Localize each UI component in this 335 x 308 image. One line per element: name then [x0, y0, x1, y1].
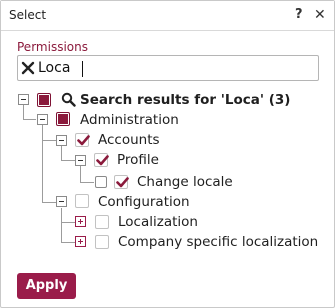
tree-node-administration[interactable]: Administration	[80, 112, 179, 128]
tree-connector	[80, 166, 81, 182]
tree-connector	[61, 160, 75, 161]
search-icon	[61, 92, 76, 111]
tree-node-localization[interactable]: Localization	[118, 214, 198, 230]
check-icon	[116, 177, 129, 188]
collapse-administration-toggle[interactable]	[37, 114, 48, 125]
tree-node-profile[interactable]: Profile	[117, 152, 159, 168]
change-locale-leaf-box[interactable]	[95, 176, 107, 188]
collapse-configuration-toggle[interactable]	[56, 196, 67, 207]
tree-connector	[42, 202, 56, 203]
accounts-checkbox[interactable]	[75, 133, 90, 147]
select-dialog: Select ? ✕ Permissions Loca Search resul…	[0, 0, 335, 308]
expand-localization-toggle[interactable]	[75, 216, 86, 227]
tree-connector	[42, 125, 43, 202]
collapse-accounts-toggle[interactable]	[56, 135, 67, 146]
change-locale-checkbox[interactable]	[114, 175, 129, 189]
tree-node-change-locale[interactable]: Change locale	[137, 174, 233, 190]
tree-node-company-localization[interactable]: Company specific localization	[118, 234, 318, 250]
root-checkbox[interactable]	[37, 93, 51, 107]
tree-connector	[23, 119, 36, 120]
permissions-tree: Search results for 'Loca' (3) Administra…	[1, 1, 335, 261]
administration-checkbox[interactable]	[56, 112, 70, 126]
configuration-checkbox[interactable]	[75, 194, 89, 208]
check-icon	[96, 155, 109, 166]
profile-checkbox[interactable]	[94, 153, 109, 167]
localization-checkbox[interactable]	[95, 215, 109, 229]
tree-connector	[61, 242, 75, 243]
check-icon	[77, 135, 90, 146]
tree-connector	[23, 105, 24, 119]
collapse-root-toggle[interactable]	[18, 94, 29, 105]
search-results-label: Search results for 'Loca' (3)	[80, 92, 291, 108]
collapse-profile-toggle[interactable]	[75, 155, 86, 166]
tree-node-accounts[interactable]: Accounts	[98, 132, 160, 148]
expand-company-localization-toggle[interactable]	[75, 236, 86, 247]
tree-connector	[61, 208, 62, 243]
tree-connector	[61, 146, 62, 160]
tree-node-configuration[interactable]: Configuration	[98, 194, 190, 210]
tree-connector	[61, 222, 75, 223]
company-localization-checkbox[interactable]	[95, 235, 109, 249]
tree-connector	[42, 140, 56, 141]
tree-connector	[80, 182, 94, 183]
apply-button[interactable]: Apply	[17, 273, 76, 299]
